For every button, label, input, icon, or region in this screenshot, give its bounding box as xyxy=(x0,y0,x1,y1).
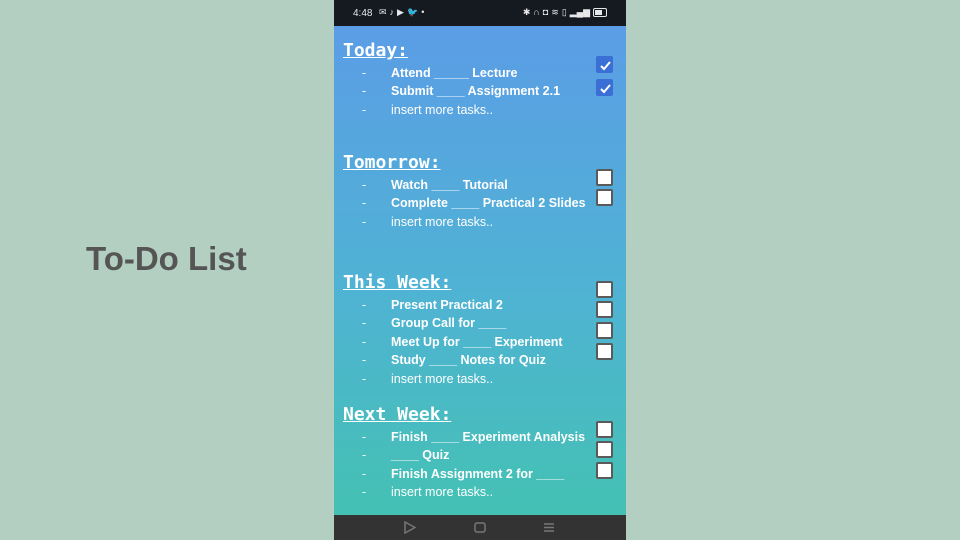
mail-icon: ✉ xyxy=(379,7,387,17)
task-label: Study ____ Notes for Quiz xyxy=(391,353,546,367)
task-checkbox[interactable] xyxy=(596,169,613,186)
task-checkbox[interactable] xyxy=(596,281,613,298)
bullet-dash: - xyxy=(362,84,367,98)
bullet-dash: - xyxy=(362,335,367,349)
task-label: Group Call for ____ xyxy=(391,316,507,330)
placeholder-label: insert more tasks.. xyxy=(391,103,494,117)
task-checkbox[interactable] xyxy=(596,343,613,360)
placeholder-label: insert more tasks.. xyxy=(391,485,494,499)
vibrate-icon: ◘ xyxy=(542,7,549,17)
headset-icon: ∩ xyxy=(533,7,540,17)
task-placeholder[interactable]: - insert more tasks.. xyxy=(334,370,626,388)
navigation-bar xyxy=(334,515,626,540)
bluetooth-icon: ✱ xyxy=(522,7,531,17)
bullet-dash: - xyxy=(362,430,367,444)
bullet-dash: - xyxy=(362,215,367,229)
section-title: This Week: xyxy=(343,272,452,293)
recents-icon[interactable] xyxy=(543,521,555,534)
task-row: - Submit ____ Assignment 2.1 xyxy=(334,82,626,100)
signal-icon: ▂▄▆ xyxy=(569,7,590,17)
bullet-dash: - xyxy=(362,196,367,210)
bullet-dash: - xyxy=(362,103,367,117)
section-title: Today: xyxy=(343,40,409,61)
task-placeholder[interactable]: - insert more tasks.. xyxy=(334,101,626,119)
dot-icon: • xyxy=(421,7,425,17)
task-row: - Finish Assignment 2 for ____ xyxy=(334,465,626,483)
task-label: Finish ____ Experiment Analysis xyxy=(391,430,586,444)
placeholder-label: insert more tasks.. xyxy=(391,215,494,229)
bullet-dash: - xyxy=(362,66,367,80)
status-app-icons: ✉ ♪ ▶ 🐦 • xyxy=(379,7,424,17)
status-system-icons: ✱ ∩ ◘ ≋ ▯ ▂▄▆ xyxy=(523,7,607,17)
slide-title: To-Do List xyxy=(86,240,247,277)
task-checkbox[interactable] xyxy=(596,441,613,458)
bullet-dash: - xyxy=(362,298,367,312)
task-label: Attend _____ Lecture xyxy=(391,66,518,80)
task-row: - Study ____ Notes for Quiz xyxy=(334,351,626,369)
task-row: - ____ Quiz xyxy=(334,446,626,464)
task-row: - Complete ____ Practical 2 Slides xyxy=(334,194,626,212)
bullet-dash: - xyxy=(362,178,367,192)
twitter-icon: 🐦 xyxy=(406,7,419,17)
task-checkbox[interactable] xyxy=(596,462,613,479)
task-placeholder[interactable]: - insert more tasks.. xyxy=(334,213,626,231)
tiktok-icon: ♪ xyxy=(389,7,395,17)
task-row: - Meet Up for ____ Experiment xyxy=(334,333,626,351)
task-row: - Watch ____ Tutorial xyxy=(334,176,626,194)
section-title: Next Week: xyxy=(343,404,452,425)
task-checkbox[interactable] xyxy=(596,79,613,96)
task-row: - Finish ____ Experiment Analysis xyxy=(334,428,626,446)
task-checkbox[interactable] xyxy=(596,301,613,318)
section-title: Tomorrow: xyxy=(343,152,441,173)
bullet-dash: - xyxy=(362,485,367,499)
task-checkbox[interactable] xyxy=(596,322,613,339)
sim-icon: ▯ xyxy=(561,7,567,17)
bullet-dash: - xyxy=(362,448,367,462)
back-icon[interactable] xyxy=(404,521,416,534)
status-time: 4:48 xyxy=(353,8,373,19)
youtube-icon: ▶ xyxy=(397,7,404,17)
task-label: Present Practical 2 xyxy=(391,298,503,312)
task-checkbox[interactable] xyxy=(596,56,613,73)
bullet-dash: - xyxy=(362,353,367,367)
task-row: - Attend _____ Lecture xyxy=(334,64,626,82)
todo-list-screen: Today: - Attend _____ Lecture - Submit _… xyxy=(334,26,626,515)
task-checkbox[interactable] xyxy=(596,189,613,206)
battery-icon xyxy=(593,7,607,17)
task-placeholder[interactable]: - insert more tasks.. xyxy=(334,483,626,501)
bullet-dash: - xyxy=(362,467,367,481)
task-label: Meet Up for ____ Experiment xyxy=(391,335,563,349)
phone-screenshot: 4:48 ✉ ♪ ▶ 🐦 • ✱ ∩ ◘ ≋ ▯ ▂▄▆ Today: - At… xyxy=(334,0,626,540)
check-icon xyxy=(600,61,611,71)
wifi-icon: ≋ xyxy=(551,7,559,17)
check-icon xyxy=(600,84,611,94)
task-row: - Group Call for ____ xyxy=(334,314,626,332)
status-bar: 4:48 ✉ ♪ ▶ 🐦 • ✱ ∩ ◘ ≋ ▯ ▂▄▆ xyxy=(334,0,626,26)
bullet-dash: - xyxy=(362,316,367,330)
task-label: ____ Quiz xyxy=(391,448,450,462)
placeholder-label: insert more tasks.. xyxy=(391,372,494,386)
task-label: Submit ____ Assignment 2.1 xyxy=(391,84,561,98)
task-label: Watch ____ Tutorial xyxy=(391,178,508,192)
task-row: - Present Practical 2 xyxy=(334,296,626,314)
task-label: Complete ____ Practical 2 Slides xyxy=(391,196,586,210)
home-icon[interactable] xyxy=(474,521,486,534)
task-label: Finish Assignment 2 for ____ xyxy=(391,467,565,481)
task-checkbox[interactable] xyxy=(596,421,613,438)
bullet-dash: - xyxy=(362,372,367,386)
